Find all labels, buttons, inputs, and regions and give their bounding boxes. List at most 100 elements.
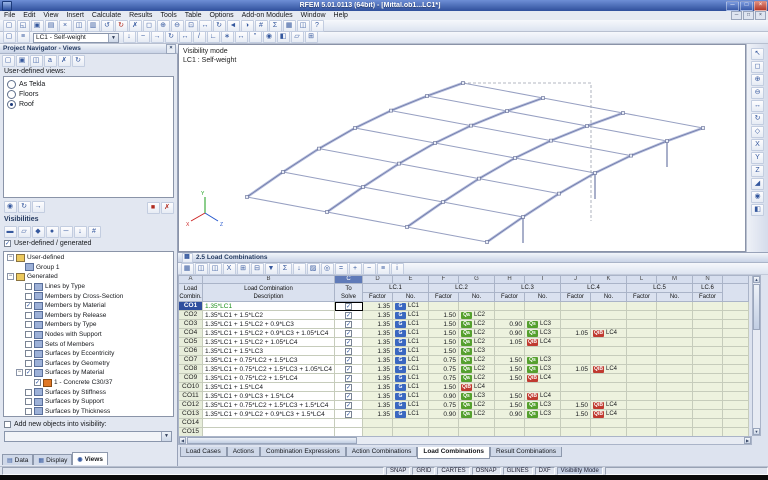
save-view-icon[interactable]: ▣ (15, 55, 29, 67)
zoom-out-icon[interactable]: ⊖ (751, 87, 764, 99)
radio-icon[interactable] (7, 89, 16, 99)
lc-no-cell[interactable]: G LC1 (393, 374, 429, 383)
to-solve-cell-CO10[interactable]: ✓ (335, 383, 363, 392)
tree-checkbox[interactable]: ✓ (34, 379, 41, 387)
factor-cell[interactable] (693, 347, 723, 356)
connect-icon[interactable]: ∟ (206, 30, 220, 43)
header-factor[interactable]: Factor (363, 293, 393, 302)
visibility-icon[interactable]: ◉ (751, 191, 764, 203)
radio-icon[interactable] (7, 99, 16, 109)
mdi-minimize-button[interactable]: ─ (731, 11, 742, 20)
lc-no-cell[interactable] (657, 311, 693, 320)
view-isometric-icon[interactable]: ◇ (751, 126, 764, 138)
combo-description-CO10[interactable]: 1.35*LC1 + 1.5*LC4 (203, 383, 335, 392)
factor-cell[interactable]: 1.50 (495, 392, 525, 401)
row-header-CO2[interactable]: CO2 (179, 311, 203, 320)
to-solve-cell-CO1[interactable]: ✓ (335, 302, 363, 311)
tree-item-1-concrete-c30-37[interactable]: ✓ 1 - Concrete C30/37 (4, 378, 173, 388)
factor-cell[interactable]: 1.50 (495, 401, 525, 410)
delete-view-icon[interactable]: ✗ (57, 55, 71, 67)
lc-no-cell[interactable]: Qs LC3 (525, 329, 561, 338)
table-tab-load-combinations[interactable]: Load Combinations (417, 447, 491, 459)
view-item-as-tekla[interactable]: As Tekla (4, 79, 173, 89)
factor-cell[interactable] (627, 392, 657, 401)
new-load-case-icon[interactable]: ▢ (2, 30, 16, 43)
factor-cell[interactable] (561, 347, 591, 356)
add-new-objects-checkbox[interactable] (4, 421, 11, 428)
structure-wireframe[interactable]: X Y Z (179, 45, 746, 252)
color-scale-icon[interactable]: ▨ (306, 262, 320, 275)
factor-cell[interactable] (561, 311, 591, 320)
lc-no-cell[interactable]: G LC1 (393, 320, 429, 329)
row-header-CO7[interactable]: CO7 (179, 356, 203, 365)
lc-no-cell[interactable] (657, 365, 693, 374)
factor-cell[interactable] (495, 347, 525, 356)
factor-cell[interactable] (627, 419, 657, 428)
factor-cell[interactable]: 1.50 (495, 374, 525, 383)
print-icon[interactable]: ▤ (44, 19, 58, 32)
tree-item-user-defined[interactable]: − User-defined (4, 253, 173, 263)
rename-view-icon[interactable]: a (43, 55, 57, 67)
factor-cell[interactable] (561, 383, 591, 392)
clipping-icon[interactable]: ◧ (276, 30, 290, 43)
lc-no-cell[interactable] (657, 338, 693, 347)
header-group-lc-5[interactable]: LC.5 (627, 284, 693, 293)
row-header-CO6[interactable]: CO6 (179, 347, 203, 356)
scroll-right-icon[interactable]: ▶ (744, 437, 751, 444)
to-solve-checkbox[interactable]: ✓ (345, 392, 352, 400)
factor-cell[interactable]: 1.35 (363, 374, 393, 383)
lc-no-cell[interactable] (657, 383, 693, 392)
header-group-lc-2[interactable]: LC.2 (429, 284, 495, 293)
model-viewport[interactable]: X Y Z Visibility mode LC1 : Self-weight (178, 44, 746, 252)
cut-icon[interactable]: × (58, 19, 72, 32)
factor-cell[interactable]: 1.50 (495, 365, 525, 374)
factor-cell[interactable]: 1.35 (363, 392, 393, 401)
lc-no-cell[interactable] (525, 383, 561, 392)
tree-checkbox[interactable] (25, 283, 32, 291)
factor-cell[interactable]: 1.35 (363, 338, 393, 347)
lc-no-cell[interactable] (525, 302, 561, 311)
calculator-icon[interactable]: = (334, 262, 348, 275)
header-factor[interactable]: Factor (627, 293, 657, 302)
factor-cell[interactable]: 1.50 (429, 338, 459, 347)
radio-icon[interactable] (7, 79, 16, 89)
navigator-tab-views[interactable]: ◉ Views (72, 452, 108, 465)
fill-down-icon[interactable]: ↓ (292, 262, 306, 275)
lc-no-cell[interactable] (657, 302, 693, 311)
lc-no-cell[interactable] (591, 320, 627, 329)
row-header-CO14[interactable]: CO14 (179, 419, 203, 428)
factor-cell[interactable] (627, 401, 657, 410)
factor-cell[interactable] (627, 302, 657, 311)
tree-item-sets-of-members[interactable]: Sets of Members (4, 339, 173, 349)
lc-no-cell[interactable]: G LC1 (393, 302, 429, 311)
copy-icon[interactable]: ◫ (72, 19, 86, 32)
to-solve-cell-CO14[interactable] (335, 419, 363, 428)
row-header-CO3[interactable]: CO3 (179, 320, 203, 329)
factor-cell[interactable] (561, 419, 591, 428)
menu-add-on-modules[interactable]: Add-on Modules (238, 11, 297, 20)
lc-no-cell[interactable] (591, 419, 627, 428)
settings-icon[interactable]: ≡ (376, 262, 390, 275)
lc-no-cell[interactable]: Qs LC3 (459, 347, 495, 356)
column-header-A[interactable]: A (179, 276, 203, 284)
tree-item-surfaces-by-geometry[interactable]: Surfaces by Geometry (4, 359, 173, 369)
tree-item-surfaces-by-thickness[interactable]: Surfaces by Thickness (4, 407, 173, 417)
factor-cell[interactable] (693, 338, 723, 347)
view-item-roof[interactable]: Roof (4, 99, 173, 109)
to-solve-cell-CO9[interactable]: ✓ (335, 374, 363, 383)
combo-description-CO1[interactable]: 1.35*LC1 (203, 302, 335, 311)
row-header-CO9[interactable]: CO9 (179, 374, 203, 383)
combo-description-CO4[interactable]: 1.35*LC1 + 1.5*LC2 + 0.9*LC3 + 1.05*LC4 (203, 329, 335, 338)
factor-cell[interactable]: 1.50 (561, 401, 591, 410)
scroll-up-icon[interactable]: ▲ (753, 276, 760, 283)
find-icon[interactable]: ◎ (320, 262, 334, 275)
to-solve-cell-CO13[interactable]: ✓ (335, 410, 363, 419)
factor-cell[interactable] (627, 356, 657, 365)
view-z-icon[interactable]: Z (751, 165, 764, 177)
refresh-icon[interactable]: ↻ (71, 55, 85, 67)
lc-no-cell[interactable]: QiB LC4 (591, 410, 627, 419)
sum-icon[interactable]: Σ (278, 262, 292, 275)
lc-no-cell[interactable]: G LC1 (393, 347, 429, 356)
status-toggle-osnap[interactable]: OSNAP (471, 467, 501, 475)
lc-no-cell[interactable]: G LC1 (393, 383, 429, 392)
